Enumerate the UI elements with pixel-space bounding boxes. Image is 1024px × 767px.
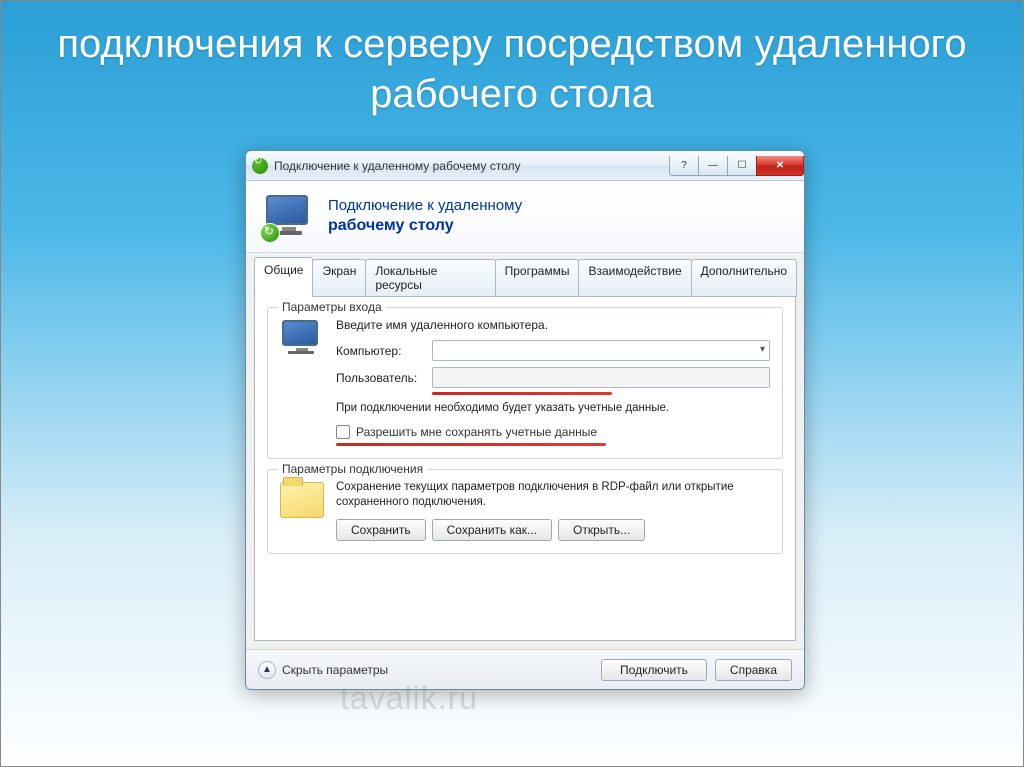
tab-advanced[interactable]: Дополнительно (691, 259, 797, 297)
banner: Подключение к удаленному рабочему столу (246, 181, 804, 253)
user-label: Пользователь: (336, 371, 426, 385)
tabbar: Общие Экран Локальные ресурсы Программы … (246, 253, 804, 297)
chevron-up-icon: ▲ (258, 661, 276, 679)
computer-combobox[interactable]: ▾ (432, 340, 770, 361)
titlebar[interactable]: Подключение к удаленному рабочему столу … (246, 151, 804, 181)
save-button[interactable]: Сохранить (336, 519, 426, 541)
help-button[interactable]: Справка (715, 659, 792, 681)
tab-general[interactable]: Общие (254, 257, 313, 297)
maximize-button[interactable]: ☐ (727, 156, 757, 176)
hide-options-label: Скрыть параметры (282, 663, 388, 677)
help-button-icon[interactable]: ? (669, 156, 699, 176)
rdp-app-icon (252, 158, 268, 174)
close-button[interactable]: ✕ (756, 156, 804, 176)
banner-line2: рабочему столу (328, 216, 522, 237)
folder-icon (280, 482, 324, 518)
login-fieldset: Параметры входа Введите имя удаленного к… (267, 307, 783, 459)
connect-button[interactable]: Подключить (601, 659, 707, 681)
open-button[interactable]: Открыть... (558, 519, 645, 541)
save-credentials-label: Разрешить мне сохранять учетные данные (356, 425, 597, 439)
hide-options-link[interactable]: ▲ Скрыть параметры (258, 661, 388, 679)
chevron-down-icon[interactable]: ▾ (760, 344, 765, 355)
login-hint: Введите имя удаленного компьютера. (336, 318, 770, 332)
tab-content-general: Параметры входа Введите имя удаленного к… (254, 297, 796, 641)
highlight-underline (432, 392, 612, 395)
tab-local-resources[interactable]: Локальные ресурсы (365, 259, 495, 297)
highlight-underline (336, 443, 606, 446)
connection-fieldset: Параметры подключения Сохранение текущих… (267, 469, 783, 554)
rdp-window: Подключение к удаленному рабочему столу … (245, 150, 805, 690)
user-field[interactable] (432, 367, 770, 388)
banner-line1: Подключение к удаленному (328, 196, 522, 216)
minimize-button[interactable]: — (698, 156, 728, 176)
computer-icon (280, 318, 324, 362)
window-title: Подключение к удаленному рабочему столу (274, 159, 521, 173)
footer: ▲ Скрыть параметры Подключить Справка (246, 649, 804, 689)
connection-text: Сохранение текущих параметров подключени… (336, 480, 770, 511)
tab-programs[interactable]: Программы (495, 259, 580, 297)
connection-legend: Параметры подключения (278, 462, 427, 476)
checkbox-icon[interactable] (336, 425, 350, 439)
tab-display[interactable]: Экран (312, 259, 366, 297)
tab-experience[interactable]: Взаимодействие (578, 259, 691, 297)
credentials-note: При подключении необходимо будет указать… (336, 401, 770, 417)
login-legend: Параметры входа (278, 300, 386, 314)
save-as-button[interactable]: Сохранить как... (432, 519, 552, 541)
rdp-banner-icon (262, 193, 314, 241)
slide-title: подключения к серверу посредством удален… (1, 1, 1023, 119)
computer-label: Компьютер: (336, 344, 426, 358)
save-credentials-checkbox[interactable]: Разрешить мне сохранять учетные данные (336, 425, 770, 439)
